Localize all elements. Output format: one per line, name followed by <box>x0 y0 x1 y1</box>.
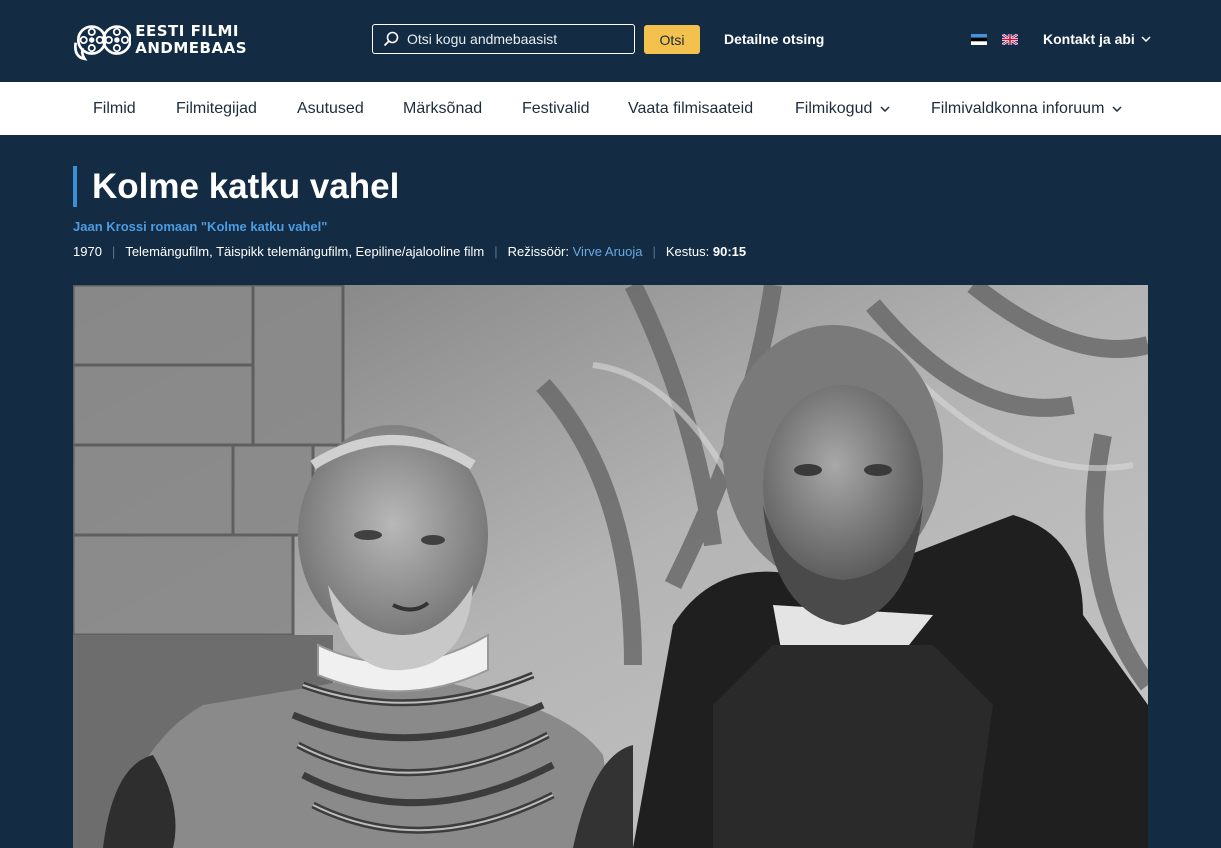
logo-text: EESTI FILMI ANDMEBAAS <box>135 23 247 57</box>
chevron-down-icon <box>1112 105 1122 112</box>
nav-item-label: Filmid <box>93 99 136 117</box>
title-accent-bar <box>73 166 77 207</box>
director-link[interactable]: Virve Aruoja <box>573 244 643 259</box>
estonian-flag-icon[interactable] <box>971 34 987 45</box>
meta-separator: | <box>494 244 498 259</box>
advanced-search-link[interactable]: Detailne otsing <box>724 31 824 47</box>
film-meta: 1970 | Telemängufilm, Täispikk telemängu… <box>73 244 746 259</box>
logo-line-2: ANDMEBAAS <box>135 39 247 57</box>
site-logo[interactable]: EESTI FILMI ANDMEBAAS <box>72 14 247 66</box>
nav-item-filmikogud[interactable]: Filmikogud <box>795 82 890 135</box>
nav-item-label: Asutused <box>297 99 364 117</box>
film-year: 1970 <box>73 244 102 259</box>
film-reel-logo-icon <box>73 25 132 61</box>
search-input[interactable] <box>407 26 634 52</box>
film-still-image[interactable] <box>73 285 1148 848</box>
chevron-down-icon <box>880 105 890 112</box>
nav-item-label: Märksõnad <box>403 99 483 117</box>
nav-item-label: Filmivaldkonna inforuum <box>931 99 1105 117</box>
nav-item-filmitegijad[interactable]: Filmitegijad <box>176 82 257 135</box>
search-field[interactable] <box>372 24 635 54</box>
meta-separator: | <box>111 244 116 259</box>
film-subtitle: Jaan Krossi romaan "Kolme katku vahel" <box>73 219 328 234</box>
contact-help-menu[interactable]: Kontakt ja abi <box>1043 31 1151 47</box>
nav-item-festivalid[interactable]: Festivalid <box>522 82 590 135</box>
film-genres: Telemängufilm, Täispikk telemängufilm, E… <box>125 244 485 259</box>
page-title: Kolme katku vahel <box>92 167 400 206</box>
contact-label: Kontakt ja abi <box>1043 31 1135 47</box>
nav-item-label: Vaata filmisaateid <box>628 99 754 117</box>
nav-item-filmid[interactable]: Filmid <box>93 82 136 135</box>
uk-flag-icon[interactable] <box>1002 34 1018 45</box>
film-still-graphic <box>73 285 1148 848</box>
meta-separator: | <box>652 244 656 259</box>
nav-item-label: Filmitegijad <box>176 99 257 117</box>
chevron-down-icon <box>1141 36 1151 42</box>
main-nav: Filmid Filmitegijad Asutused Märksõnad F… <box>0 82 1221 135</box>
duration-label: Kestus: <box>665 244 710 259</box>
nav-item-asutused[interactable]: Asutused <box>297 82 364 135</box>
nav-item-label: Festivalid <box>522 99 590 117</box>
director-label: Režissöör: <box>507 244 569 259</box>
nav-item-vaata-filmisaateid[interactable]: Vaata filmisaateid <box>628 82 753 135</box>
nav-item-filmivaldkonna-inforuum[interactable]: Filmivaldkonna inforuum <box>931 82 1122 135</box>
search-icon <box>383 31 399 47</box>
top-bar: EESTI FILMI ANDMEBAAS Otsi Detailne otsi… <box>0 0 1221 82</box>
nav-item-marksonad[interactable]: Märksõnad <box>403 82 482 135</box>
duration-value: 90:15 <box>712 244 747 259</box>
logo-line-1: EESTI FILMI <box>135 22 239 40</box>
search-button[interactable]: Otsi <box>644 25 700 54</box>
nav-item-label: Filmikogud <box>795 99 873 117</box>
